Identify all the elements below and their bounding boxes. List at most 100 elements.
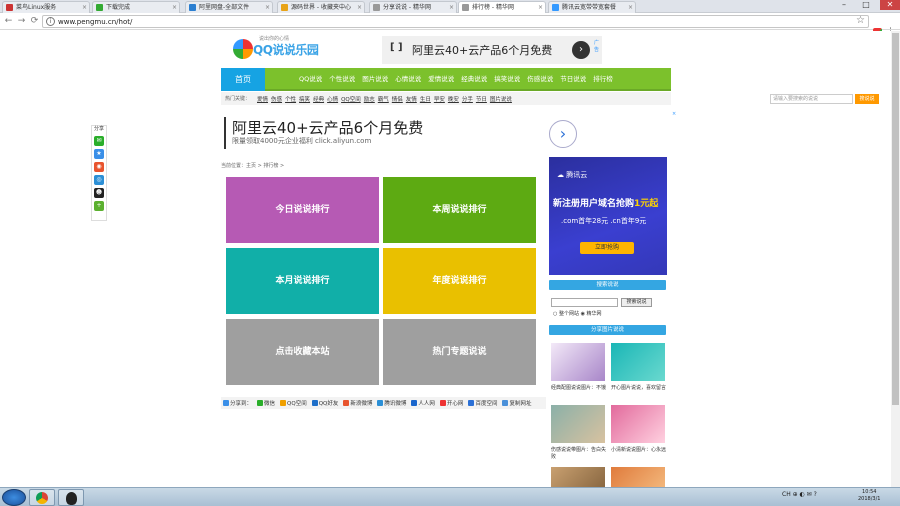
keyword-link[interactable]: 霸气 [378,95,389,103]
close-tab-icon[interactable]: × [82,2,87,13]
keyword-link[interactable]: 分手 [462,95,473,103]
sidebar-pic-thumb[interactable] [611,405,665,443]
keyword-link[interactable]: 励志 [364,95,375,103]
close-window-button[interactable]: ✕ [880,0,900,10]
nav-link[interactable]: 爱情说说 [428,68,454,91]
keyword-link[interactable]: 爱情 [257,95,268,103]
ad-next-icon[interactable]: › [549,120,577,148]
forward-button[interactable]: → [16,16,27,27]
keyword-link[interactable]: 个性 [285,95,296,103]
nav-home[interactable]: 首页 [221,68,265,91]
tile-today-ranking[interactable]: 今日说说排行 [226,177,379,243]
nav-link[interactable]: 经典说说 [461,68,487,91]
tile-month-ranking[interactable]: 本月说说排行 [226,248,379,314]
taskbar-chrome-app[interactable] [29,489,55,506]
address-url[interactable]: www.pengmu.cn/hot/ [58,17,132,27]
browser-tab[interactable]: 阿里网盘-全部文件 × [185,1,273,13]
sidebar-pic-caption[interactable]: 小清新说说图片：心永远 [611,447,669,454]
nav-link[interactable]: 个性说说 [329,68,355,91]
keyword-link[interactable]: 伤感 [271,95,282,103]
text-ad[interactable]: 阿里云40+云产品6个月免费 限量领取4000元企业福利 click.aliyu… [224,117,544,149]
keyword-link[interactable]: QQ空间 [341,95,361,103]
share-bar-item[interactable]: QQ空间 [280,399,307,407]
close-tab-icon[interactable]: × [265,2,270,13]
more-share-icon[interactable]: + [94,201,104,211]
keyword-link[interactable]: 晚安 [448,95,459,103]
radio-all-site[interactable]: ○ [553,311,557,317]
keyword-link[interactable]: 搞笑 [299,95,310,103]
top-banner-ad[interactable]: [ ] 阿里云40+云产品6个月免费 › 广告 [382,36,602,64]
close-tab-icon[interactable]: × [357,2,362,13]
tile-hot-topics[interactable]: 热门专题说说 [383,319,536,385]
browser-tab[interactable]: 下载完成 × [92,1,180,13]
keyword-link[interactable]: 早安 [434,95,445,103]
tile-bookmark-site[interactable]: 点击收藏本站 [226,319,379,385]
keyword-link[interactable]: 经典 [313,95,324,103]
top-ad-arrow-icon[interactable]: › [572,41,590,59]
keyword-link[interactable]: 节日 [476,95,487,103]
share-bar-item[interactable]: 复制网址 [502,399,531,407]
search-button[interactable]: 搜说说 [855,94,879,104]
share-bar-item[interactable]: 腾讯微博 [377,399,406,407]
nav-link[interactable]: QQ说说 [299,68,322,91]
keyword-link[interactable]: 友情 [406,95,417,103]
address-bar[interactable]: i www.pengmu.cn/hot/ ☆ [42,15,869,28]
browser-tab[interactable]: 菜鸟Linux服务 × [2,1,90,13]
share-bar-item[interactable]: 百度空间 [468,399,497,407]
back-button[interactable]: ← [3,16,14,27]
bookmark-star-icon[interactable]: ☆ [856,15,865,26]
page-scrollbar[interactable] [891,31,900,487]
nav-link[interactable]: 心情说说 [395,68,421,91]
close-tab-icon[interactable]: × [172,2,177,13]
nav-link[interactable]: 排行榜 [593,68,613,91]
qzone-share-icon[interactable]: ★ [94,149,104,159]
nav-link[interactable]: 节日说说 [560,68,586,91]
sidebar-pic-thumb[interactable] [611,467,665,487]
clock[interactable]: 10:54 2018/3/1 [858,489,880,503]
sidebar-pic-caption[interactable]: 伤感说说带图片：告白失败 [551,447,609,461]
share-bar-item[interactable]: 新浪微博 [343,399,372,407]
ad-close-icon[interactable]: × [672,111,679,125]
tile-week-ranking[interactable]: 本周说说排行 [383,177,536,243]
share-bar-item[interactable]: 微信 [257,399,275,407]
browser-tab[interactable]: 源码世界 - 收藏夹中心 × [277,1,365,13]
start-button[interactable] [2,489,26,506]
sidebar-pic-caption[interactable]: 开心图片说说，喜欢留言 [611,385,669,392]
sidebar-pic-thumb[interactable] [611,343,665,381]
reload-button[interactable]: ⟳ [29,16,40,27]
tencent-cloud-ad[interactable]: ☁ 腾讯云 新注册用户域名抢购1元起 .com首年28元 .cn首年9元 立即抢… [549,157,667,275]
share-bar-item[interactable]: 人人网 [411,399,435,407]
radio-this-site[interactable]: ◉ [581,311,585,317]
browser-tab[interactable]: 分享说说 - 精华网 × [369,1,457,13]
maximize-button[interactable]: □ [856,0,876,10]
wechat-share-icon[interactable]: ✉ [94,136,104,146]
tencent-weibo-share-icon[interactable]: ◎ [94,175,104,185]
system-tray[interactable]: CH ⊕ ◐ ✉ ? [782,491,817,498]
sidebar-search-button[interactable]: 搜索说说 [621,298,652,307]
nav-link[interactable]: 图片说说 [362,68,388,91]
keyword-link[interactable]: 情侣 [392,95,403,103]
weibo-share-icon[interactable]: ◉ [94,162,104,172]
browser-tab[interactable]: 腾讯云宽带带宽套餐 × [548,1,636,13]
keyword-link[interactable]: 图片说说 [490,95,512,103]
tile-year-ranking[interactable]: 年度说说排行 [383,248,536,314]
close-tab-icon[interactable]: × [628,2,633,13]
sidebar-pic-thumb[interactable] [551,467,605,487]
sidebar-pic-thumb[interactable] [551,405,605,443]
search-input[interactable]: 请输入要搜索的说说 [770,94,853,104]
share-bar-item[interactable]: 开心网 [439,399,463,407]
sidebar-search-input[interactable] [551,298,618,307]
sidebar-pic-thumb[interactable] [551,343,605,381]
minimize-button[interactable]: – [834,0,854,10]
scrollbar-thumb[interactable] [892,33,899,405]
site-info-icon[interactable]: i [46,17,55,26]
nav-link[interactable]: 伤感说说 [527,68,553,91]
tencent-ad-button[interactable]: 立即抢购 [580,242,634,254]
share-bar-item[interactable]: QQ好友 [311,399,338,407]
site-logo[interactable]: 说出你的心情 QQ说说乐园 [233,36,343,63]
keyword-link[interactable]: 心情 [327,95,338,103]
keyword-link[interactable]: 生日 [420,95,431,103]
sidebar-pic-caption[interactable]: 经典配图说说图片：不饿 [551,385,609,392]
close-tab-icon[interactable]: × [449,2,454,13]
qq-share-icon[interactable]: ☻ [94,188,104,198]
